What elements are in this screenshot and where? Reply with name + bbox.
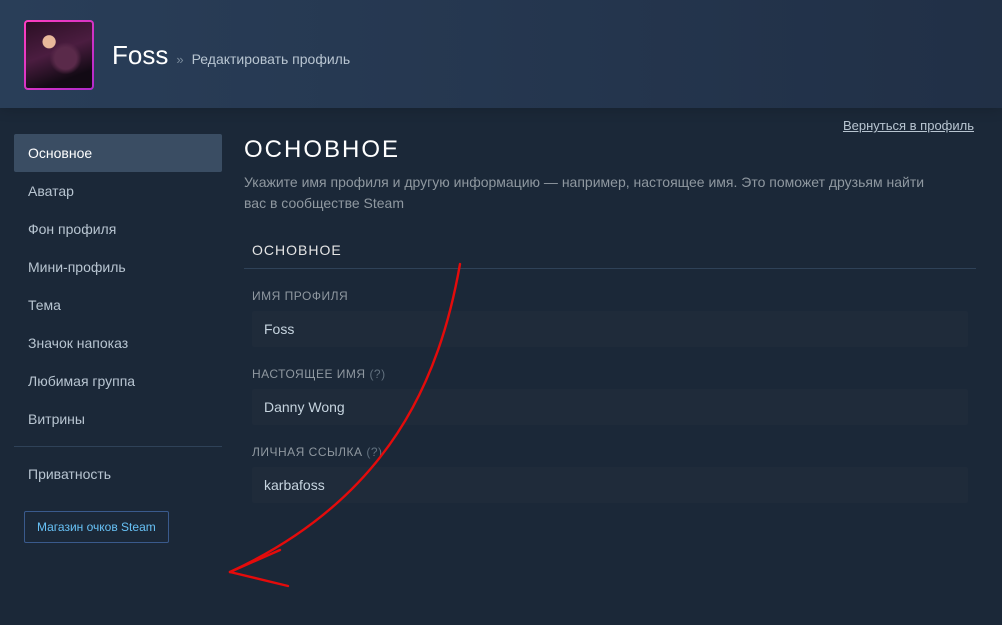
sidebar-item-profile-bg[interactable]: Фон профиля bbox=[14, 210, 222, 248]
page-description: Укажите имя профиля и другую информацию … bbox=[244, 172, 944, 214]
real-name-input[interactable] bbox=[252, 389, 968, 425]
sidebar-item-theme[interactable]: Тема bbox=[14, 286, 222, 324]
profile-header: Foss » Редактировать профиль bbox=[0, 0, 1002, 108]
sidebar-item-label: Значок напоказ bbox=[28, 335, 128, 351]
help-hint-icon[interactable]: (?) bbox=[369, 367, 385, 381]
section-header-general: ОСНОВНОЕ bbox=[244, 228, 976, 269]
sidebar-item-label: Тема bbox=[28, 297, 61, 313]
sidebar-item-label: Мини-профиль bbox=[28, 259, 126, 275]
points-shop-button[interactable]: Магазин очков Steam bbox=[24, 511, 169, 543]
profile-username[interactable]: Foss bbox=[112, 40, 168, 71]
profile-name-input[interactable] bbox=[252, 311, 968, 347]
field-custom-url: ЛИЧНАЯ ССЫЛКА (?) bbox=[244, 445, 976, 503]
avatar-image bbox=[26, 22, 92, 88]
field-label: ЛИЧНАЯ ССЫЛКА (?) bbox=[252, 445, 968, 459]
sidebar-item-label: Витрины bbox=[28, 411, 85, 427]
back-to-profile-link[interactable]: Вернуться в профиль bbox=[843, 118, 974, 133]
sidebar-item-fav-badge[interactable]: Значок напоказ bbox=[14, 324, 222, 362]
sidebar-item-label: Любимая группа bbox=[28, 373, 135, 389]
sidebar-item-label: Аватар bbox=[28, 183, 74, 199]
sidebar-item-label: Приватность bbox=[28, 466, 111, 482]
field-label-text: ЛИЧНАЯ ССЫЛКА bbox=[252, 445, 363, 459]
help-hint-icon[interactable]: (?) bbox=[366, 445, 382, 459]
breadcrumb-current: Редактировать профиль bbox=[192, 51, 351, 67]
field-label-text: НАСТОЯЩЕЕ ИМЯ bbox=[252, 367, 366, 381]
field-real-name: НАСТОЯЩЕЕ ИМЯ (?) bbox=[244, 367, 976, 425]
sidebar-item-showcases[interactable]: Витрины bbox=[14, 400, 222, 438]
breadcrumb-separator: » bbox=[176, 52, 183, 67]
field-label: НАСТОЯЩЕЕ ИМЯ (?) bbox=[252, 367, 968, 381]
sidebar-item-label: Основное bbox=[28, 145, 92, 161]
field-profile-name: ИМЯ ПРОФИЛЯ bbox=[244, 289, 976, 347]
sidebar-item-label: Фон профиля bbox=[28, 221, 116, 237]
sidebar: Основное Аватар Фон профиля Мини-профиль… bbox=[14, 122, 222, 543]
sidebar-item-fav-group[interactable]: Любимая группа bbox=[14, 362, 222, 400]
sidebar-item-avatar[interactable]: Аватар bbox=[14, 172, 222, 210]
page-title: ОСНОВНОЕ bbox=[244, 136, 976, 164]
points-shop-label: Магазин очков Steam bbox=[37, 520, 156, 534]
custom-url-input[interactable] bbox=[252, 467, 968, 503]
sidebar-item-miniprofile[interactable]: Мини-профиль bbox=[14, 248, 222, 286]
field-label: ИМЯ ПРОФИЛЯ bbox=[252, 289, 968, 303]
main-content: Вернуться в профиль ОСНОВНОЕ Укажите имя… bbox=[244, 122, 976, 543]
avatar[interactable] bbox=[24, 20, 94, 90]
sidebar-divider bbox=[14, 446, 222, 447]
sidebar-item-privacy[interactable]: Приватность bbox=[14, 455, 222, 493]
breadcrumb: Foss » Редактировать профиль bbox=[112, 40, 350, 71]
back-link-label: Вернуться в профиль bbox=[843, 118, 974, 133]
sidebar-item-general[interactable]: Основное bbox=[14, 134, 222, 172]
